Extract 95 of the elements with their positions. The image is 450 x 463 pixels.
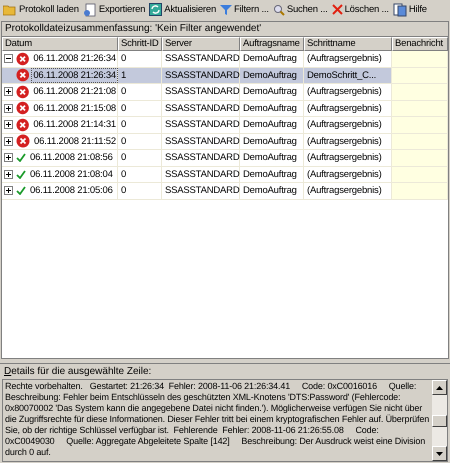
- toolbar-button[interactable]: Exportieren: [80, 0, 148, 18]
- table-cell: SSASSTANDARD: [162, 183, 240, 198]
- expand-icon[interactable]: [4, 136, 13, 146]
- collapse-icon[interactable]: [4, 54, 13, 64]
- table-cell: 0: [118, 100, 162, 116]
- details-label: Details für die ausgewählte Zeile:: [3, 365, 152, 379]
- up-arrow-icon: [436, 386, 443, 390]
- table-cell: SSASSTANDARD: [162, 166, 240, 182]
- table-cell: [392, 134, 448, 149]
- toolbar-button[interactable]: Protokoll laden: [1, 0, 81, 18]
- toolbar-button[interactable]: Aktualisieren: [147, 0, 218, 18]
- table-cell: DemoAuftrag: [240, 117, 304, 132]
- table-cell: [392, 166, 448, 182]
- table-cell: SSASSTANDARD: [162, 100, 240, 116]
- search-icon: [272, 4, 285, 16]
- table-cell: SSASSTANDARD: [162, 134, 240, 149]
- table-cell: 0: [118, 84, 162, 100]
- document-icon: [392, 2, 407, 16]
- column-header[interactable]: Server: [162, 37, 240, 51]
- error-icon: [16, 101, 30, 116]
- table-row[interactable]: 06.11.2008 21:08:56 0 SSASSTANDARD DemoAuftrag (Auftragsergebnis): [2, 150, 448, 166]
- table-cell: DemoAuftrag: [240, 166, 304, 182]
- error-icon: [16, 134, 30, 148]
- scroll-thumb[interactable]: [432, 414, 447, 426]
- table-cell: [392, 117, 448, 132]
- error-icon: [16, 52, 30, 66]
- table-cell: 06.11.2008 21:26:34: [32, 68, 117, 82]
- table-cell: DemoAuftrag: [240, 51, 304, 66]
- column-header[interactable]: Schrittname: [304, 37, 392, 51]
- table-cell: [392, 183, 448, 198]
- column-header[interactable]: Auftragsname: [240, 37, 304, 51]
- expand-icon[interactable]: [4, 104, 13, 113]
- table-row[interactable]: 06.11.2008 21:21:08 0 SSASSTANDARD DemoAuftrag (Auftragsergebnis): [2, 84, 448, 100]
- scroll-down-button[interactable]: [432, 446, 447, 461]
- close-icon: [332, 4, 343, 15]
- error-icon: [16, 68, 30, 82]
- table-cell: [392, 51, 448, 66]
- table-cell: DemoAuftrag: [240, 68, 304, 83]
- expand-icon[interactable]: [4, 87, 13, 96]
- table-cell: 06.11.2008 21:15:08: [32, 102, 117, 115]
- details-text: Rechte vorbehalten. Gestartet: 21:26:34 Fehler: 2008-11-06 21:26:34.41 Code: 0xC0016016 Quelle: Beschreibung: Fehler beim Entschlüsseln des geschützten XML-Knotens 'DTS:Password' (Fehlercode: 0x80070002 'Das System kann die angegebene Datei nicht finden.'). Möglicherweise verfügen Sie nicht über die Zugriffsrechte für diese Informationen. Dieser Fehler tritt bei einem kryptografischen Fehler auf. Überprüfen Sie, ob der richtige Schlüssel verfügbar ist. Fehlerende Fehler: 2008-11-06 21:26:55.08 Code: 0xC0049030 Quelle: Aggregate Abgeleitete Spalte [142] Beschreibung: Der Ausdruck weist eine Division durch 0 auf.: [4, 380, 430, 459]
- table-cell: 06.11.2008 21:08:04: [29, 168, 114, 181]
- folder-icon: [3, 4, 17, 16]
- table-cell: [392, 68, 448, 83]
- table-cell: SSASSTANDARD: [162, 84, 240, 100]
- expand-icon[interactable]: [4, 120, 13, 130]
- column-header[interactable]: Schritt-ID: [118, 37, 162, 51]
- toolbar-button[interactable]: Hilfe: [390, 0, 429, 18]
- table-cell: 0: [118, 166, 162, 182]
- table-cell: 0: [118, 183, 162, 198]
- table-cell: 06.11.2008 21:26:34: [32, 52, 117, 66]
- table-cell: DemoAuftrag: [240, 100, 304, 116]
- table-cell: 06.11.2008 21:05:06: [29, 184, 114, 198]
- toolbar-button[interactable]: Suchen ...: [270, 0, 330, 18]
- table-cell: 06.11.2008 21:11:52: [33, 134, 117, 148]
- table-cell: DemoAuftrag: [240, 134, 304, 149]
- table-row[interactable]: 06.11.2008 21:08:04 0 SSASSTANDARD DemoAuftrag (Auftragsergebnis): [2, 166, 448, 183]
- table-cell: SSASSTANDARD: [162, 51, 240, 66]
- table-cell: [392, 84, 448, 100]
- table-row[interactable]: 06.11.2008 21:15:08 0 SSASSTANDARD DemoAuftrag (Auftragsergebnis): [2, 100, 448, 117]
- table-cell: 0: [118, 117, 162, 132]
- table-cell: 1: [118, 68, 162, 83]
- table-row[interactable]: 06.11.2008 21:26:34 1 SSASSTANDARD DemoAuftrag DemoSchritt_C...: [2, 68, 448, 84]
- toolbar-button[interactable]: Filtern ...: [218, 0, 271, 18]
- table-cell: 0: [118, 51, 162, 66]
- expand-icon[interactable]: [4, 170, 13, 179]
- summary-label: Protokolldateizusammenfassung: 'Kein Filter angewendet': [1, 21, 449, 36]
- down-arrow-icon: [436, 452, 443, 456]
- table-row[interactable]: 06.11.2008 21:14:31 0 SSASSTANDARD DemoAuftrag (Auftragsergebnis): [2, 117, 448, 134]
- expand-icon[interactable]: [4, 153, 13, 162]
- table-cell: [392, 150, 448, 166]
- table-row[interactable]: 06.11.2008 21:11:52 0 SSASSTANDARD DemoAuftrag (Auftragsergebnis): [2, 134, 448, 150]
- refresh-icon: [149, 3, 162, 16]
- column-header[interactable]: Benachricht: [392, 37, 448, 51]
- toolbar-button[interactable]: Löschen ...: [330, 0, 391, 18]
- error-icon: [16, 84, 30, 99]
- table-cell: [392, 100, 448, 116]
- table-cell: 0: [118, 150, 162, 166]
- column-header[interactable]: Datum: [2, 37, 118, 51]
- table-cell: DemoAuftrag: [240, 150, 304, 166]
- table-cell: DemoAuftrag: [240, 183, 304, 198]
- table-cell: 06.11.2008 21:14:31: [32, 118, 117, 132]
- filter-icon: [220, 4, 232, 16]
- error-icon: [16, 118, 30, 132]
- table-cell: DemoAuftrag: [240, 84, 304, 100]
- table-cell: 06.11.2008 21:08:56: [29, 151, 114, 164]
- table-cell: 0: [118, 134, 162, 149]
- scroll-up-button[interactable]: [432, 380, 447, 395]
- expand-icon[interactable]: [4, 186, 13, 196]
- table-cell: SSASSTANDARD: [162, 68, 240, 83]
- table-row[interactable]: 06.11.2008 21:05:06 0 SSASSTANDARD DemoAuftrag (Auftragsergebnis): [2, 183, 448, 200]
- table-cell: SSASSTANDARD: [162, 117, 240, 132]
- table-cell: SSASSTANDARD: [162, 150, 240, 166]
- scrollbar[interactable]: [432, 380, 447, 461]
- table-cell: 06.11.2008 21:21:08: [32, 85, 117, 98]
